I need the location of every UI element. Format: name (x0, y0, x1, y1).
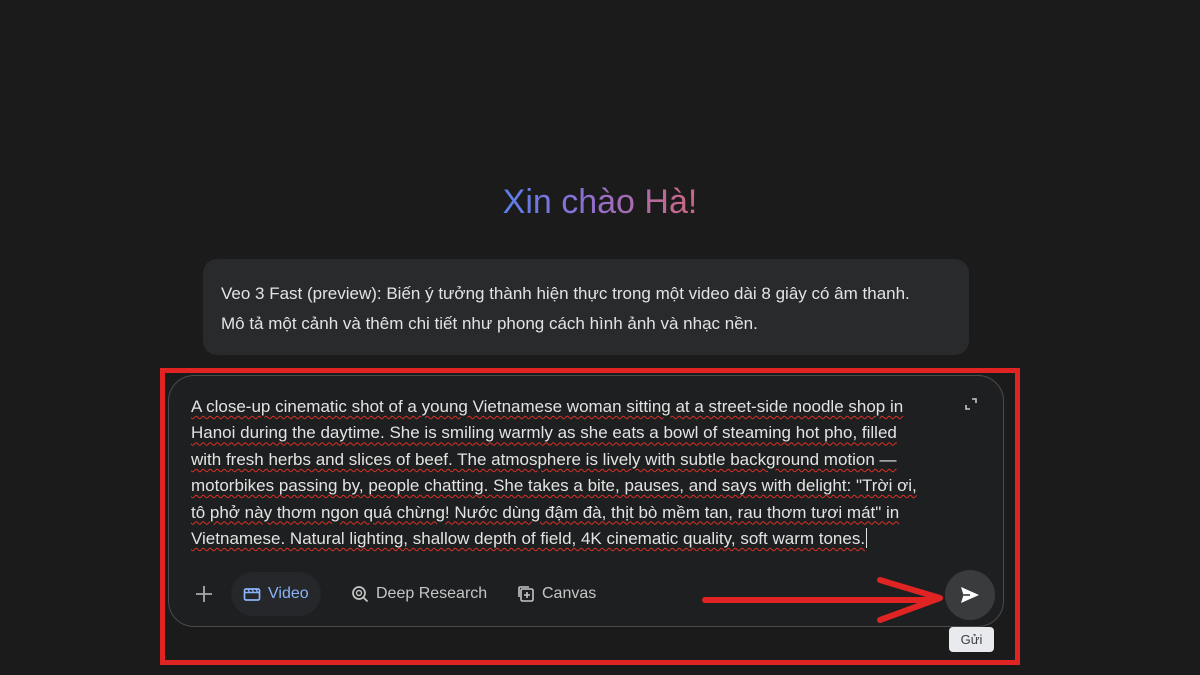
greeting-title: Xin chào Hà! (485, 180, 715, 224)
gemini-app: Xin chào Hà! Veo 3 Fast (preview): Biến … (0, 0, 1200, 675)
send-button[interactable] (945, 570, 995, 620)
send-icon (961, 587, 979, 603)
send-tooltip: Gửi (949, 627, 994, 652)
annotation-arrow-icon (702, 577, 943, 623)
info-card-line: Veo 3 Fast (preview): Biến ý tưởng thành… (221, 284, 910, 303)
veo-info-card: Veo 3 Fast (preview): Biến ý tưởng thành… (203, 259, 969, 355)
info-card-line: Mô tả một cảnh và thêm chi tiết như phon… (221, 314, 758, 333)
